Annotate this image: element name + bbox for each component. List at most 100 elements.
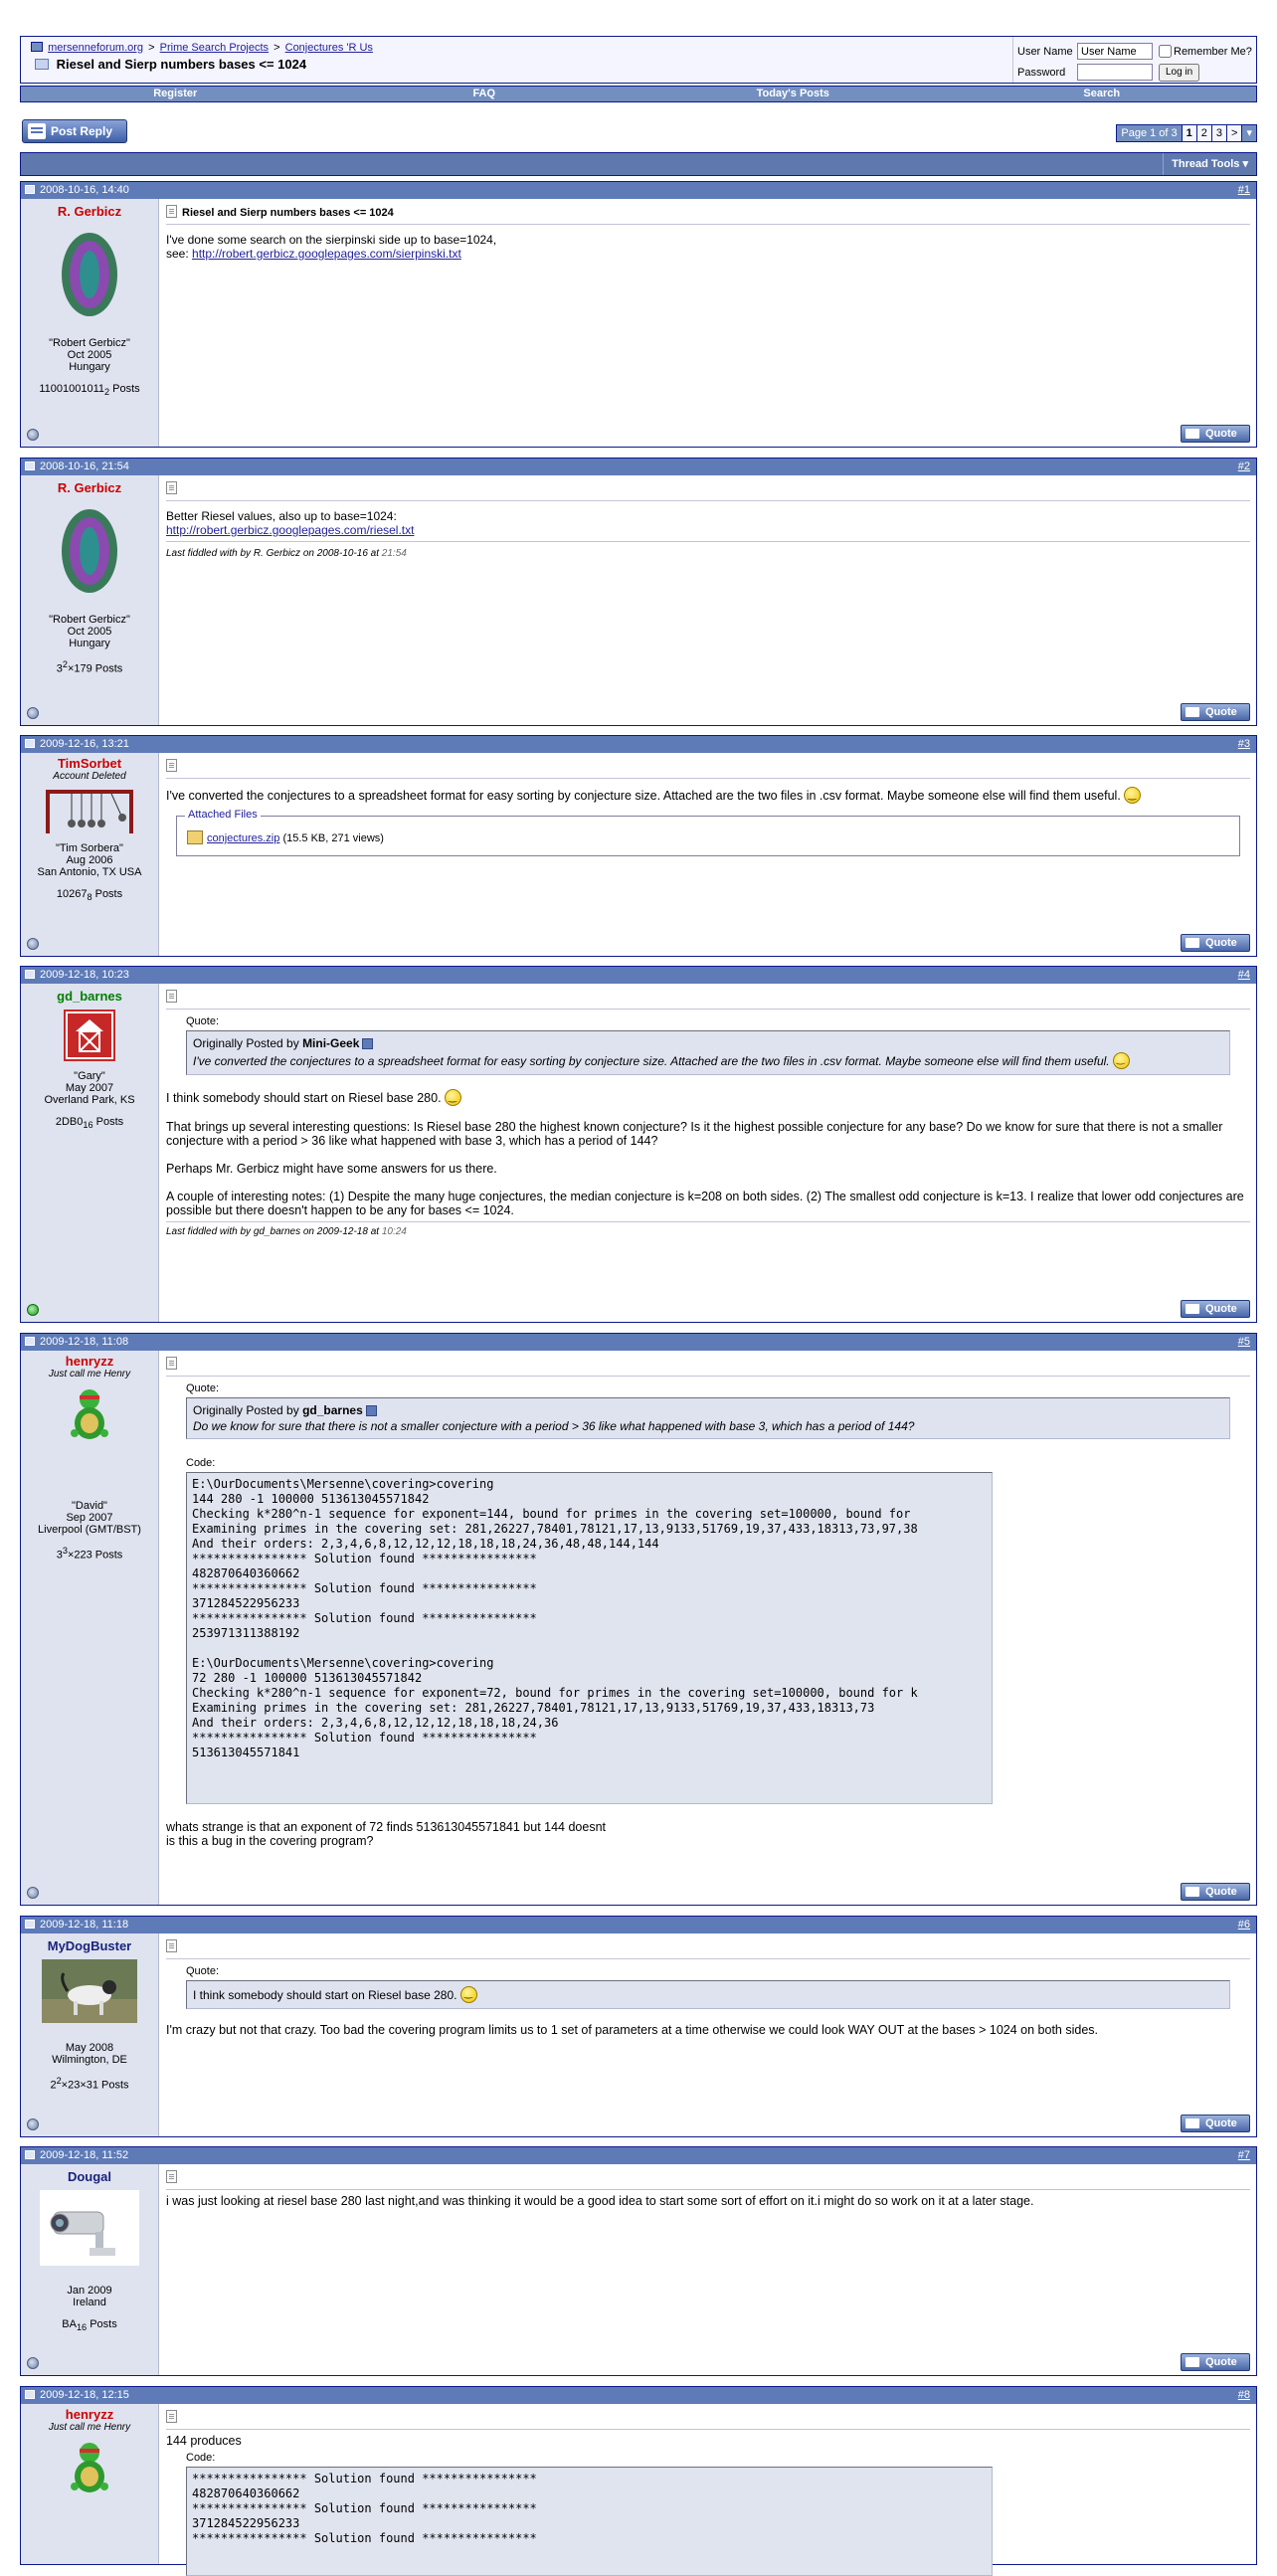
page-2-link[interactable]: 2 <box>1195 125 1211 141</box>
navbits-icon <box>31 42 43 52</box>
post-number-link[interactable]: #1 <box>1238 184 1250 196</box>
post-icon <box>25 1920 35 1929</box>
user-real-name: "Robert Gerbicz" <box>49 337 130 349</box>
post-icon <box>25 185 35 194</box>
login-button[interactable]: Log in <box>1159 63 1200 82</box>
post-text-line1: whats strange is that an exponent of 72 … <box>166 1820 607 1834</box>
remember-me-checkbox[interactable] <box>1159 45 1172 58</box>
view-post-icon[interactable] <box>362 1038 374 1049</box>
quote-button[interactable]: Quote <box>1181 2353 1250 2371</box>
sierpinski-link[interactable]: http://robert.gerbicz.googlepages.com/si… <box>192 247 461 261</box>
password-label: Password <box>1017 66 1066 79</box>
post-content: 144 produces Code: **************** Solu… <box>160 2404 1256 2576</box>
attachment-link[interactable]: conjectures.zip <box>207 832 279 844</box>
post-header: 2009-12-18, 11:08 #5 <box>21 1334 1256 1351</box>
menu-search[interactable]: Search <box>948 87 1257 101</box>
breadcrumb-prime-search[interactable]: Prime Search Projects <box>160 42 269 54</box>
post-text: I've done some search on the sierpinski … <box>166 233 497 247</box>
post-icon <box>25 970 35 979</box>
username-link[interactable]: henryzz <box>21 1354 158 1369</box>
user-title: Account Deleted <box>53 771 126 782</box>
user-joined: Oct 2005 <box>67 349 112 361</box>
dog-avatar <box>21 1959 158 2026</box>
chevron-down-icon[interactable]: ▾ <box>1241 125 1256 141</box>
user-post-count: 102678 Posts <box>56 888 123 903</box>
post-header: 2008-10-16, 21:54 #2 <box>21 459 1256 475</box>
menu-faq[interactable]: FAQ <box>330 87 639 101</box>
quote-button[interactable]: Quote <box>1181 1883 1250 1901</box>
username-label: User Name <box>1017 45 1073 58</box>
post-header: 2008-10-16, 14:40 #1 <box>21 182 1256 199</box>
post-7: 2009-12-18, 11:52 #7 Dougal Jan 2009 Ire… <box>20 2146 1257 2376</box>
post-text: Better Riesel values, also up to base=10… <box>166 509 397 523</box>
code-content: E:\OurDocuments\Mersenne\covering>coveri… <box>186 1472 993 1804</box>
post-number-link[interactable]: #3 <box>1238 738 1250 750</box>
post-header: 2009-12-18, 10:23 #4 <box>21 967 1256 984</box>
username-link[interactable]: gd_barnes <box>21 989 158 1004</box>
post-header: 2009-12-18, 12:15 #8 <box>21 2387 1256 2404</box>
reply-icon <box>28 123 46 139</box>
quote-button[interactable]: Quote <box>1181 2115 1250 2132</box>
post-text: I've converted the conjectures to a spre… <box>166 789 1121 803</box>
post-title: Riesel and Sierp numbers bases <= 1024 <box>182 207 394 219</box>
page-3-link[interactable]: 3 <box>1210 125 1227 141</box>
post-icon <box>25 739 35 748</box>
edit-note: Last fiddled with by gd_barnes on 2009-1… <box>166 1226 407 1237</box>
offline-status-icon <box>27 429 39 441</box>
post-icon <box>25 2390 35 2399</box>
user-title: Just call me Henry <box>48 2422 131 2433</box>
view-post-icon[interactable] <box>365 1405 377 1416</box>
post-number-link[interactable]: #4 <box>1238 969 1250 981</box>
quote-button[interactable]: Quote <box>1181 425 1250 443</box>
remember-me-label: Remember Me? <box>1174 45 1252 58</box>
breadcrumb-home[interactable]: mersenneforum.org <box>48 42 143 54</box>
zip-file-icon <box>187 830 203 844</box>
username-link[interactable]: TimSorbet <box>21 756 158 771</box>
breadcrumb-conjectures[interactable]: Conjectures 'R Us <box>285 42 373 54</box>
barn-avatar <box>21 1010 158 1064</box>
username-input[interactable] <box>1077 43 1153 60</box>
post-content: I've converted the conjectures to a spre… <box>160 753 1256 956</box>
post-number-link[interactable]: #8 <box>1238 2389 1250 2401</box>
user-info: henryzz Just call me Henry "David" Sep 2… <box>21 1351 159 1905</box>
post-number-link[interactable]: #2 <box>1238 460 1250 472</box>
username-link[interactable]: henryzz <box>21 2407 158 2422</box>
post-content: Better Riesel values, also up to base=10… <box>160 475 1256 725</box>
username-link[interactable]: Dougal <box>21 2169 158 2184</box>
post-2: 2008-10-16, 21:54 #2 R. Gerbicz "Robert … <box>20 458 1257 726</box>
navbar: mersenneforum.org > Prime Search Project… <box>20 36 1257 84</box>
menu-todays-posts[interactable]: Today's Posts <box>638 87 948 101</box>
quote-button[interactable]: Quote <box>1181 1300 1250 1318</box>
post-reply-button[interactable]: Post Reply <box>22 119 127 143</box>
quote-icon <box>1186 1304 1199 1314</box>
password-input[interactable] <box>1077 64 1153 81</box>
quote-button[interactable]: Quote <box>1181 703 1250 721</box>
riesel-link[interactable]: http://robert.gerbicz.googlepages.com/ri… <box>166 523 414 537</box>
document-icon <box>166 1357 177 1370</box>
post-icon <box>25 2150 35 2159</box>
quote-icon <box>1186 2118 1199 2128</box>
user-post-count: 2DB016 Posts <box>55 1116 124 1131</box>
next-page-link[interactable]: > <box>1226 125 1242 141</box>
post-number-link[interactable]: #6 <box>1238 1919 1250 1931</box>
username-link[interactable]: R. Gerbicz <box>21 480 158 495</box>
post-number-link[interactable]: #7 <box>1238 2149 1250 2161</box>
thread-tools-menu[interactable]: Thread Tools ▾ <box>1163 153 1256 175</box>
quote-button[interactable]: Quote <box>1181 934 1250 952</box>
user-post-count: 22×23×31 Posts <box>50 2076 129 2092</box>
menu-register[interactable]: Register <box>21 87 330 101</box>
user-title: Just call me Henry <box>48 1369 131 1380</box>
username-link[interactable]: MyDogBuster <box>21 1938 158 1953</box>
post-text-p4: A couple of interesting notes: (1) Despi… <box>166 1190 1244 1217</box>
post-content: Quote: Originally Posted by gd_barnes Do… <box>160 1351 1256 1905</box>
username-link[interactable]: R. Gerbicz <box>21 204 158 219</box>
user-post-count: 32×179 Posts <box>56 659 123 675</box>
quote-icon <box>1186 938 1199 948</box>
quote-icon <box>1186 429 1199 439</box>
page-1-link[interactable]: 1 <box>1181 125 1196 141</box>
user-info: Dougal Jan 2009 Ireland BA16 Posts <box>21 2164 159 2375</box>
document-icon <box>166 2170 177 2183</box>
post-number-link[interactable]: #5 <box>1238 1336 1250 1348</box>
code-block: Code: E:\OurDocuments\Mersenne\covering>… <box>186 1457 1230 1804</box>
post-text-line2: is this a bug in the covering program? <box>166 1834 374 1848</box>
